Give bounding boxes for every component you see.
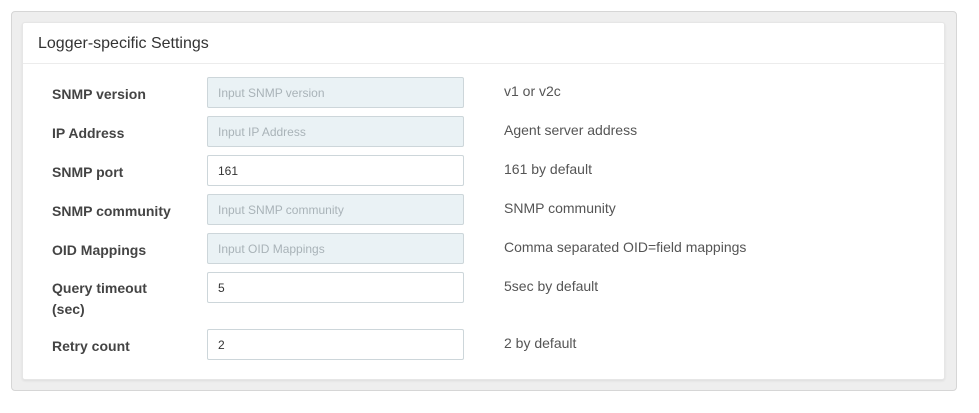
snmp-version-input[interactable] <box>207 77 464 108</box>
field-row-oid-mappings: OID Mappings Comma separated OID=field m… <box>23 233 944 265</box>
field-help: Agent server address <box>504 122 638 138</box>
query-timeout-input[interactable] <box>207 272 464 303</box>
field-row-query-timeout: Query timeout (sec) 5sec by default <box>23 272 944 324</box>
field-row-snmp-community: SNMP community SNMP community <box>23 194 944 226</box>
field-label: Retry count <box>52 338 130 354</box>
panel-header: Logger-specific Settings <box>23 23 944 64</box>
field-row-snmp-port: SNMP port 161 by default <box>23 155 944 187</box>
field-row-snmp-version: SNMP version v1 or v2c <box>23 77 944 109</box>
field-label: OID Mappings <box>52 242 147 258</box>
field-label: Query timeout (sec) <box>52 280 147 317</box>
field-label: SNMP port <box>52 164 124 180</box>
field-label: IP Address <box>52 125 125 141</box>
retry-count-input[interactable] <box>207 329 464 360</box>
logger-settings-panel: Logger-specific Settings SNMP version v1… <box>22 22 945 380</box>
field-help: SNMP community <box>504 200 616 216</box>
field-help: 161 by default <box>504 161 592 177</box>
ip-address-input[interactable] <box>207 116 464 147</box>
oid-mappings-input[interactable] <box>207 233 464 264</box>
field-help: 5sec by default <box>504 278 599 294</box>
field-row-ip-address: IP Address Agent server address <box>23 116 944 148</box>
field-help: 2 by default <box>504 335 577 351</box>
snmp-port-input[interactable] <box>207 155 464 186</box>
field-help: v1 or v2c <box>504 83 561 99</box>
snmp-community-input[interactable] <box>207 194 464 225</box>
field-row-retry-count: Retry count 2 by default <box>23 329 944 361</box>
field-help: Comma separated OID=field mappings <box>504 239 747 255</box>
field-label: SNMP community <box>52 203 171 219</box>
settings-container: Logger-specific Settings SNMP version v1… <box>11 11 957 391</box>
field-label: SNMP version <box>52 86 146 102</box>
panel-title: Logger-specific Settings <box>38 35 209 52</box>
